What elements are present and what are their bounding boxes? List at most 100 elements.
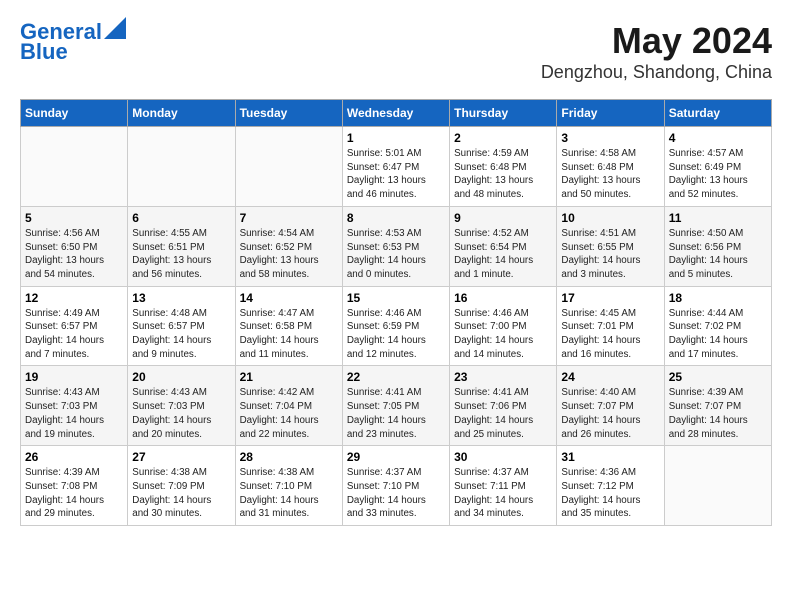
day-number: 5 [25,211,123,225]
week-row-1: 1 Sunrise: 5:01 AMSunset: 6:47 PMDaylight… [21,127,772,207]
calendar-cell: 25 Sunrise: 4:39 AMSunset: 7:07 PMDayligh… [664,366,771,446]
calendar-cell: 18 Sunrise: 4:44 AMSunset: 7:02 PMDayligh… [664,286,771,366]
header-day-monday: Monday [128,100,235,127]
calendar-cell: 14 Sunrise: 4:47 AMSunset: 6:58 PMDayligh… [235,286,342,366]
day-number: 14 [240,291,338,305]
calendar-cell: 2 Sunrise: 4:59 AMSunset: 6:48 PMDaylight… [450,127,557,207]
calendar-cell: 22Sunrise: 4:41 AMSunset: 7:05 PMDayligh… [342,366,449,446]
day-info: Sunrise: 4:46 AMSunset: 7:00 PMDaylight:… [454,307,552,362]
day-number: 15 [347,291,445,305]
day-number: 9 [454,211,552,225]
day-info: Sunrise: 4:59 AMSunset: 6:48 PMDaylight:… [454,147,552,202]
day-number: 20 [132,370,230,384]
day-number: 27 [132,450,230,464]
day-number: 18 [669,291,767,305]
calendar-cell: 12 Sunrise: 4:49 AMSunset: 6:57 PMDayligh… [21,286,128,366]
day-info: Sunrise: 4:41 AMSunset: 7:06 PMDaylight:… [454,386,552,441]
day-info: Sunrise: 4:54 AMSunset: 6:52 PMDaylight:… [240,227,338,282]
calendar-cell: 3 Sunrise: 4:58 AMSunset: 6:48 PMDaylight… [557,127,664,207]
day-info: Sunrise: 4:55 AMSunset: 6:51 PMDaylight:… [132,227,230,282]
calendar-cell: 6 Sunrise: 4:55 AMSunset: 6:51 PMDaylight… [128,206,235,286]
header-day-thursday: Thursday [450,100,557,127]
day-number: 3 [561,131,659,145]
day-number: 13 [132,291,230,305]
day-info: Sunrise: 4:37 AMSunset: 7:10 PMDaylight:… [347,466,445,521]
day-info: Sunrise: 4:37 AMSunset: 7:11 PMDaylight:… [454,466,552,521]
day-number: 29 [347,450,445,464]
page-header: General Blue May 2024 Dengzhou, Shandong… [20,20,772,83]
calendar-cell: 31Sunrise: 4:36 AMSunset: 7:12 PMDayligh… [557,446,664,526]
day-info: Sunrise: 4:56 AMSunset: 6:50 PMDaylight:… [25,227,123,282]
day-info: Sunrise: 4:40 AMSunset: 7:07 PMDaylight:… [561,386,659,441]
day-number: 10 [561,211,659,225]
calendar-cell [664,446,771,526]
logo-text-blue: Blue [20,40,68,64]
header-day-sunday: Sunday [21,100,128,127]
day-number: 30 [454,450,552,464]
day-info: Sunrise: 4:58 AMSunset: 6:48 PMDaylight:… [561,147,659,202]
day-number: 25 [669,370,767,384]
day-number: 4 [669,131,767,145]
calendar-cell: 15 Sunrise: 4:46 AMSunset: 6:59 PMDayligh… [342,286,449,366]
week-row-4: 19 Sunrise: 4:43 AMSunset: 7:03 PMDayligh… [21,366,772,446]
calendar-cell: 10 Sunrise: 4:51 AMSunset: 6:55 PMDayligh… [557,206,664,286]
calendar-cell: 9 Sunrise: 4:52 AMSunset: 6:54 PMDaylight… [450,206,557,286]
day-info: Sunrise: 4:36 AMSunset: 7:12 PMDaylight:… [561,466,659,521]
calendar-cell: 19 Sunrise: 4:43 AMSunset: 7:03 PMDayligh… [21,366,128,446]
calendar-cell: 11Sunrise: 4:50 AMSunset: 6:56 PMDayligh… [664,206,771,286]
day-number: 23 [454,370,552,384]
calendar-cell: 13Sunrise: 4:48 AMSunset: 6:57 PMDayligh… [128,286,235,366]
day-info: Sunrise: 4:39 AMSunset: 7:08 PMDaylight:… [25,466,123,521]
day-info: Sunrise: 4:51 AMSunset: 6:55 PMDaylight:… [561,227,659,282]
day-info: Sunrise: 4:47 AMSunset: 6:58 PMDaylight:… [240,307,338,362]
day-number: 24 [561,370,659,384]
day-info: Sunrise: 4:38 AMSunset: 7:10 PMDaylight:… [240,466,338,521]
day-number: 19 [25,370,123,384]
day-number: 7 [240,211,338,225]
day-number: 12 [25,291,123,305]
day-number: 8 [347,211,445,225]
calendar-cell: 7 Sunrise: 4:54 AMSunset: 6:52 PMDaylight… [235,206,342,286]
day-info: Sunrise: 5:01 AMSunset: 6:47 PMDaylight:… [347,147,445,202]
day-info: Sunrise: 4:52 AMSunset: 6:54 PMDaylight:… [454,227,552,282]
logo-arrow-icon [104,17,126,39]
day-number: 2 [454,131,552,145]
day-number: 26 [25,450,123,464]
calendar-cell: 20 Sunrise: 4:43 AMSunset: 7:03 PMDayligh… [128,366,235,446]
day-number: 1 [347,131,445,145]
header-day-saturday: Saturday [664,100,771,127]
calendar-cell: 1 Sunrise: 5:01 AMSunset: 6:47 PMDaylight… [342,127,449,207]
day-info: Sunrise: 4:45 AMSunset: 7:01 PMDaylight:… [561,307,659,362]
day-info: Sunrise: 4:43 AMSunset: 7:03 PMDaylight:… [132,386,230,441]
calendar-cell: 30 Sunrise: 4:37 AMSunset: 7:11 PMDayligh… [450,446,557,526]
day-info: Sunrise: 4:44 AMSunset: 7:02 PMDaylight:… [669,307,767,362]
calendar-cell: 17 Sunrise: 4:45 AMSunset: 7:01 PMDayligh… [557,286,664,366]
day-info: Sunrise: 4:38 AMSunset: 7:09 PMDaylight:… [132,466,230,521]
calendar-cell: 27 Sunrise: 4:38 AMSunset: 7:09 PMDayligh… [128,446,235,526]
day-number: 11 [669,211,767,225]
title-block: May 2024 Dengzhou, Shandong, China [541,20,772,83]
day-info: Sunrise: 4:43 AMSunset: 7:03 PMDaylight:… [25,386,123,441]
calendar-cell [128,127,235,207]
week-row-5: 26 Sunrise: 4:39 AMSunset: 7:08 PMDayligh… [21,446,772,526]
calendar-cell: 4Sunrise: 4:57 AMSunset: 6:49 PMDaylight… [664,127,771,207]
location-title: Dengzhou, Shandong, China [541,62,772,83]
day-number: 17 [561,291,659,305]
calendar-cell: 26 Sunrise: 4:39 AMSunset: 7:08 PMDayligh… [21,446,128,526]
day-number: 6 [132,211,230,225]
day-info: Sunrise: 4:49 AMSunset: 6:57 PMDaylight:… [25,307,123,362]
day-info: Sunrise: 4:53 AMSunset: 6:53 PMDaylight:… [347,227,445,282]
header-day-tuesday: Tuesday [235,100,342,127]
day-info: Sunrise: 4:46 AMSunset: 6:59 PMDaylight:… [347,307,445,362]
calendar-cell: 29 Sunrise: 4:37 AMSunset: 7:10 PMDayligh… [342,446,449,526]
header-day-friday: Friday [557,100,664,127]
day-number: 22 [347,370,445,384]
day-number: 21 [240,370,338,384]
header-row: SundayMondayTuesdayWednesdayThursdayFrid… [21,100,772,127]
calendar-table: SundayMondayTuesdayWednesdayThursdayFrid… [20,99,772,526]
day-info: Sunrise: 4:39 AMSunset: 7:07 PMDaylight:… [669,386,767,441]
calendar-cell [21,127,128,207]
week-row-3: 12 Sunrise: 4:49 AMSunset: 6:57 PMDayligh… [21,286,772,366]
calendar-cell: 8 Sunrise: 4:53 AMSunset: 6:53 PMDaylight… [342,206,449,286]
calendar-cell: 21Sunrise: 4:42 AMSunset: 7:04 PMDayligh… [235,366,342,446]
